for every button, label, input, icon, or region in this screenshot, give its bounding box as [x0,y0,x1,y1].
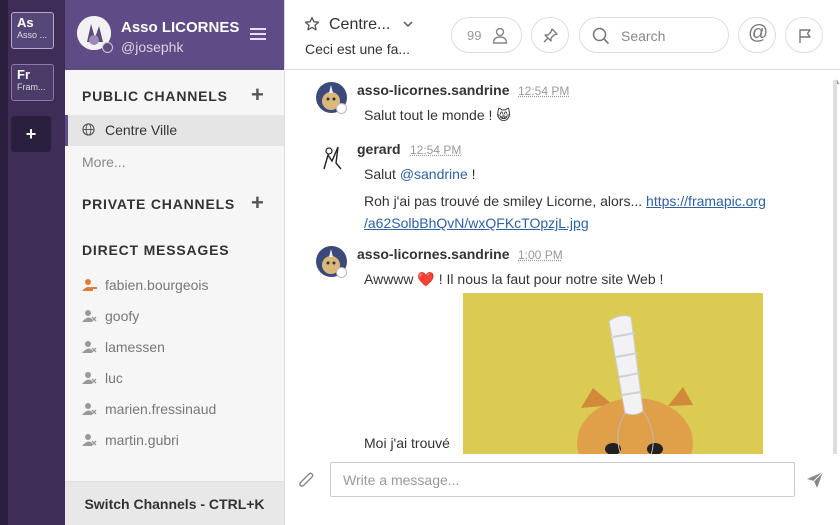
post-time[interactable]: 1:00 PM [518,248,563,262]
more-channels-link[interactable]: More... [82,154,126,170]
globe-icon [82,123,95,136]
switch-channels-button[interactable]: Switch Channels - CTRL+K [65,481,284,525]
public-channels-title: PUBLIC CHANNELS [82,88,228,104]
offline-user-icon [82,434,97,446]
offline-status-icon [336,103,347,114]
offline-user-icon [82,341,97,353]
post-author[interactable]: gerard [357,141,401,157]
kitten-unicorn-image[interactable] [463,293,763,454]
private-channels-title: PRIVATE CHANNELS [82,196,236,212]
sidebar-item-centre-ville[interactable]: Centre Ville [65,115,284,146]
post-time[interactable]: 12:54 PM [410,143,461,157]
channel-header: Centre... Ceci est une fa... 99 Search @ [285,0,840,70]
search-icon [592,27,610,45]
send-icon[interactable] [805,470,825,490]
channel-sidebar: Asso LICORNES @josephk PUBLIC CHANNELS +… [65,0,285,525]
team-framasoft[interactable]: Fr Fram... [11,64,54,101]
sidebar-header[interactable]: Asso LICORNES @josephk [65,0,284,70]
message-list[interactable]: asso-licornes.sandrine 12:54 PM Salut to… [285,71,840,454]
team-name: Asso LICORNES [121,19,240,36]
post-text: Moi j'ai trouvé [364,435,450,451]
sidebar-item-label: luc [105,370,123,386]
offline-status-icon [336,267,347,278]
post-text: Salut @sandrine ! [364,166,476,182]
username: @josephk [121,39,184,55]
post-author[interactable]: asso-licornes.sandrine [357,82,510,98]
offline-user-icon [82,403,97,415]
team-sub: Asso ... [17,30,48,40]
text-segment: Roh j'ai pas trouvé de smiley Licorne, a… [364,193,647,209]
pinned-posts-button[interactable] [531,17,569,53]
channel-purpose: Ceci est une fa... [305,41,411,57]
channel-name[interactable]: Centre... [329,16,390,34]
away-user-icon [82,279,97,291]
post-text: Awwww ❤️ ! Il nous la faut pour notre si… [364,271,664,287]
user-mention[interactable]: @sandrine [400,166,468,182]
team-sidebar: As Asso ... Fr Fram... + [0,0,65,525]
star-icon[interactable] [304,16,320,32]
sidebar-item-label: fabien.bourgeois [105,277,209,293]
text-segment: ! [467,166,476,182]
mattermost-app: As Asso ... Fr Fram... + Asso LICORNES @… [0,0,840,525]
flag-icon [799,29,811,43]
post-time[interactable]: 12:54 PM [518,84,569,98]
post-author[interactable]: asso-licornes.sandrine [357,246,510,262]
offline-user-icon [82,310,97,322]
offline-status-icon [102,42,113,53]
image-link[interactable]: /a62SolbBhQvN/wxQFKcTOpzjL.jpg [364,215,589,231]
sidebar-item-label: Centre Ville [105,122,178,138]
offline-user-icon [82,372,97,384]
sidebar-item-label: goofy [105,308,140,324]
post-text: /a62SolbBhQvN/wxQFKcTOpzjL.jpg [364,215,589,231]
text-segment: Salut [364,166,400,182]
add-team-button[interactable]: + [11,116,51,152]
pin-icon [543,28,558,43]
menu-icon[interactable] [250,28,266,40]
sidebar-item-label: marien.fressinaud [105,401,217,417]
member-count: 99 [467,28,482,43]
team-abbr: As [17,15,34,30]
sidebar-item-label: lamessen [105,339,165,355]
team-sub: Fram... [17,82,46,92]
flagged-posts-button[interactable] [785,17,823,53]
team-asso-licornes[interactable]: As Asso ... [11,12,54,49]
add-private-channel-button[interactable]: + [251,192,264,214]
search-input[interactable]: Search [579,17,729,53]
message-composer [285,454,840,525]
post-text: Salut tout le monde ! 😸 [364,107,511,123]
recent-mentions-button[interactable]: @ [738,17,776,53]
direct-messages-title: DIRECT MESSAGES [82,242,230,258]
message-input[interactable] [330,462,795,497]
team-abbr: Fr [17,67,30,82]
sidebar-item-label: martin.gubri [105,432,179,448]
image-link[interactable]: https://framapic.org [646,193,766,209]
paperclip-icon[interactable] [297,471,317,491]
member-icon [492,27,508,44]
members-button[interactable]: 99 [451,17,522,53]
search-placeholder: Search [621,28,666,44]
avatar[interactable] [316,141,347,172]
add-public-channel-button[interactable]: + [251,84,264,106]
chevron-down-icon[interactable] [403,21,413,28]
post-text: Roh j'ai pas trouvé de smiley Licorne, a… [364,193,766,209]
at-mention-icon: @ [748,22,769,44]
